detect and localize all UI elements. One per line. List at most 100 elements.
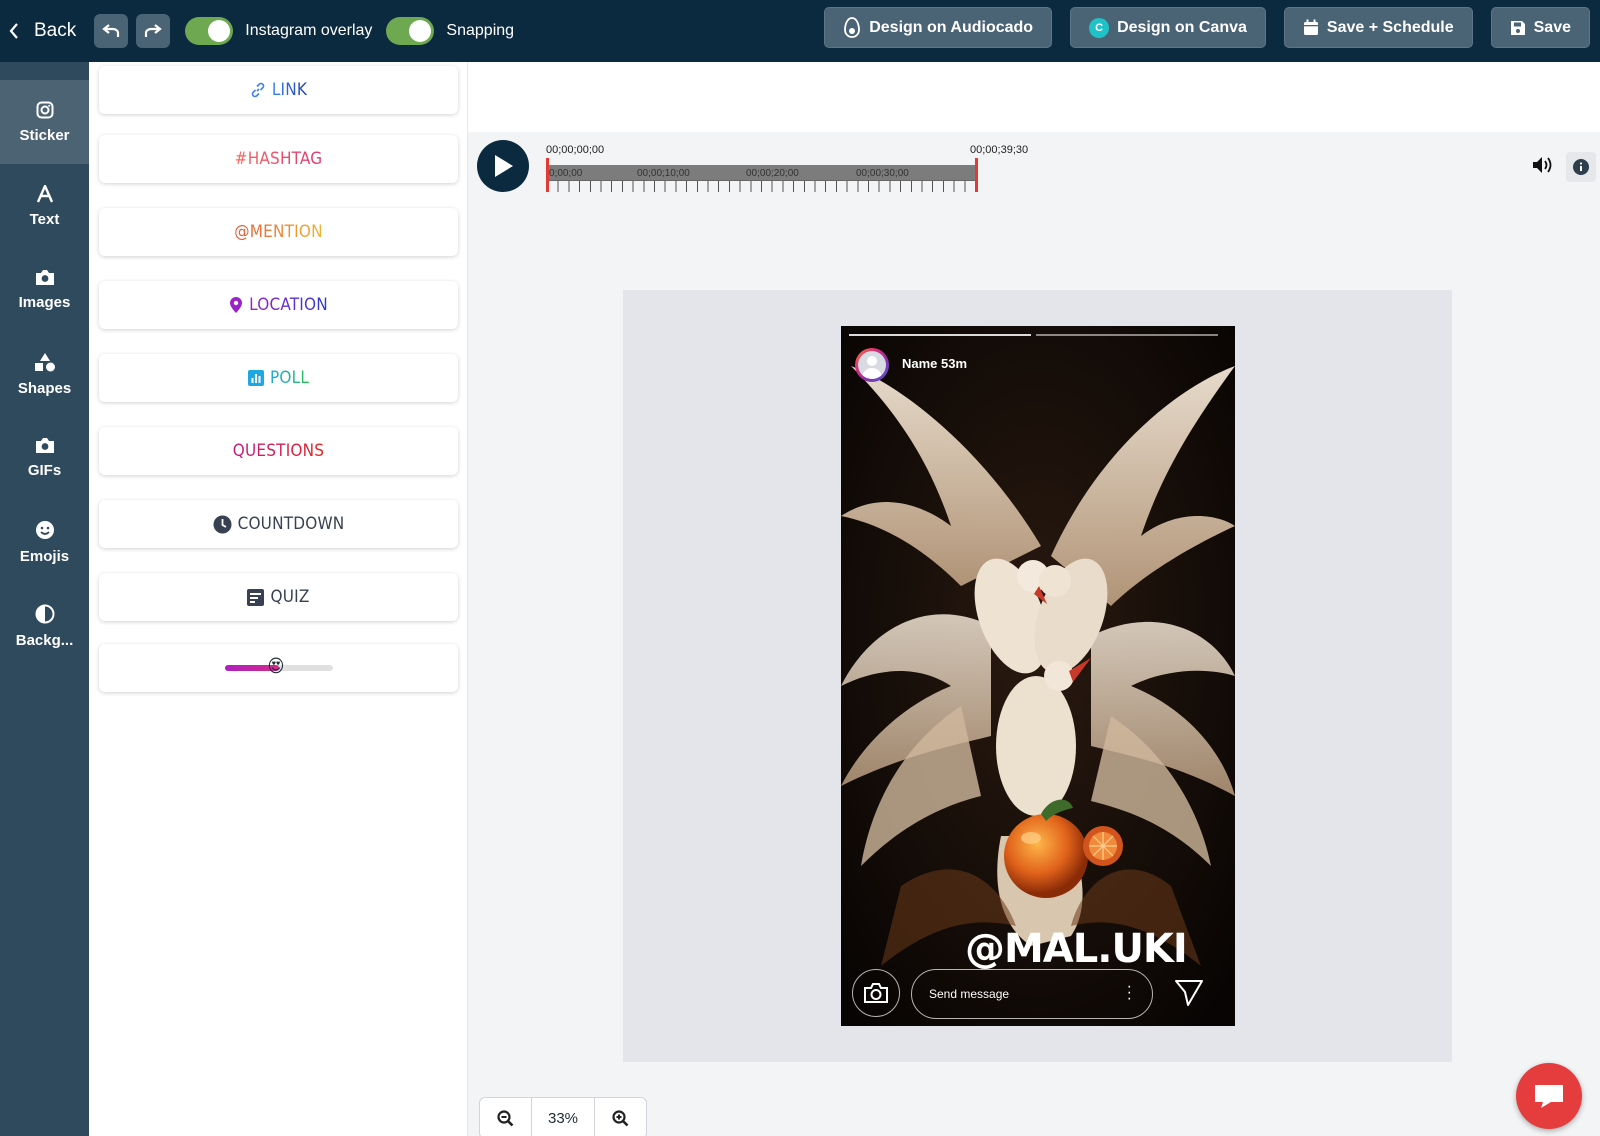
sticker-quiz-button[interactable]: QUIZ — [99, 573, 458, 621]
rail-item-gifs[interactable]: GIFs — [0, 416, 89, 500]
rail-label-background: Backg... — [15, 631, 74, 649]
sticker-poll-label: POLL — [269, 368, 310, 388]
sticker-mention-button[interactable]: @MENTION — [99, 208, 458, 256]
send-paper-plane-icon — [1175, 980, 1203, 1006]
redo-icon — [145, 24, 163, 37]
timeline-start-time: 00;00;00;00 — [546, 144, 605, 156]
chevron-left-icon — [9, 23, 18, 39]
story-progress-bar — [1036, 334, 1218, 336]
rail-item-images[interactable]: Images — [0, 248, 89, 332]
rail-item-emojis[interactable]: Emojis — [0, 500, 89, 584]
more-options-icon: · · · — [1126, 978, 1132, 1007]
sticker-hashtag-button[interactable]: #HASHTAG — [99, 135, 458, 183]
sticker-emoji-slider-button[interactable]: 😍 — [99, 644, 458, 692]
camera-icon — [864, 983, 888, 1003]
timeline-end-time: 00;00;39;30 — [970, 144, 1029, 156]
chat-bubble-icon — [1535, 1085, 1563, 1108]
story-camera-button — [852, 969, 900, 1017]
rail-label-shapes: Shapes — [17, 379, 72, 397]
rail-item-sticker[interactable]: Sticker — [0, 80, 89, 164]
sticker-hashtag-label: #HASHTAG — [234, 149, 323, 169]
rail-label-text: Text — [29, 210, 60, 228]
smile-icon — [35, 520, 54, 539]
story-artwork-image — [841, 326, 1235, 1026]
zoom-in-icon — [612, 1109, 629, 1126]
sticker-countdown-button[interactable]: COUNTDOWN — [99, 500, 458, 548]
design-on-canva-button[interactable]: C Design on Canva — [1070, 7, 1266, 48]
timeline-end-handle[interactable] — [975, 158, 978, 192]
sticker-questions-label: QUESTIONS — [232, 441, 325, 461]
sticker-panel: LINK #HASHTAG @MENTION LOCATION POLL QUE… — [89, 62, 468, 1136]
story-user-name: Name 53m — [902, 356, 968, 371]
rail-label-sticker: Sticker — [19, 126, 70, 144]
timeline-start-handle[interactable] — [546, 158, 549, 192]
poll-chart-icon — [247, 370, 264, 386]
shapes-icon — [34, 352, 55, 371]
rail-item-background[interactable]: Backg... — [0, 584, 89, 668]
story-message-field: Send message · · · — [911, 969, 1153, 1019]
play-button[interactable] — [477, 140, 529, 192]
timeline-mark: 00;00;20;00 — [746, 168, 799, 179]
rail-label-images: Images — [18, 294, 71, 311]
story-preview[interactable]: Name 53m @MAL.UKI Send message · · · — [841, 326, 1235, 1026]
sticker-location-label: LOCATION — [249, 295, 328, 315]
zoom-control: 33% — [479, 1097, 647, 1136]
snapping-toggle[interactable] — [386, 17, 435, 45]
canva-logo-icon: C — [1089, 17, 1110, 38]
sticker-link-label: LINK — [271, 80, 308, 100]
design-on-audiocado-label: Design on Audiocado — [869, 18, 1034, 36]
story-avatar — [855, 348, 889, 382]
avocado-icon — [844, 16, 861, 38]
contrast-icon — [35, 604, 54, 623]
story-progress-bar — [849, 334, 1031, 336]
instagram-overlay-toggle[interactable] — [185, 17, 234, 45]
sticker-link-button[interactable]: LINK — [99, 66, 458, 114]
save-schedule-button[interactable]: Save + Schedule — [1283, 7, 1473, 48]
zoom-in-button[interactable] — [595, 1098, 646, 1136]
emoji-slider-thumb: 😍 — [267, 656, 285, 677]
floppy-disk-icon — [1510, 20, 1525, 35]
info-icon — [1573, 159, 1589, 175]
volume-icon — [1533, 157, 1552, 173]
undo-button[interactable] — [94, 14, 129, 48]
zoom-out-icon — [497, 1109, 514, 1126]
sticker-mention-label: @MENTION — [234, 222, 323, 242]
timeline-mark: 00;00;30;00 — [856, 168, 909, 179]
sticker-location-button[interactable]: LOCATION — [99, 281, 458, 329]
redo-button[interactable] — [136, 14, 171, 48]
volume-button[interactable] — [1532, 156, 1554, 179]
link-icon — [251, 82, 265, 98]
sticker-countdown-label: COUNTDOWN — [237, 514, 345, 534]
undo-icon — [102, 24, 120, 37]
camera-icon — [35, 270, 54, 285]
play-icon — [495, 155, 513, 177]
camera-icon — [35, 438, 54, 453]
top-bar: Back Instagram overlay Snapping Design o… — [0, 0, 1600, 62]
instagram-icon — [36, 101, 53, 118]
quiz-form-icon — [247, 588, 265, 606]
rail-item-shapes[interactable]: Shapes — [0, 332, 89, 416]
design-on-audiocado-button[interactable]: Design on Audiocado — [824, 7, 1053, 48]
rail-label-emojis: Emojis — [19, 547, 70, 565]
back-label: Back — [34, 20, 77, 41]
text-a-icon — [36, 184, 53, 202]
save-schedule-label: Save + Schedule — [1326, 18, 1454, 36]
save-label: Save — [1533, 18, 1571, 36]
back-button[interactable]: Back — [8, 20, 76, 42]
timeline-mark: 0;00;00 — [549, 168, 583, 179]
rail-label-gifs: GIFs — [27, 462, 62, 479]
location-pin-icon — [230, 297, 243, 313]
sticker-poll-button[interactable]: POLL — [99, 354, 458, 402]
design-on-canva-label: Design on Canva — [1117, 18, 1247, 36]
zoom-level: 33% — [531, 1098, 595, 1136]
chat-support-button[interactable] — [1516, 1063, 1582, 1129]
instagram-overlay-label: Instagram overlay — [245, 22, 373, 39]
sticker-questions-button[interactable]: QUESTIONS — [99, 427, 458, 475]
zoom-out-button[interactable] — [480, 1098, 531, 1136]
sticker-quiz-label: QUIZ — [270, 587, 310, 607]
story-message-placeholder: Send message — [929, 987, 1010, 1001]
story-overlay-text[interactable]: @MAL.UKI — [965, 926, 1188, 972]
save-button[interactable]: Save — [1490, 7, 1590, 48]
info-button[interactable] — [1566, 152, 1596, 182]
rail-item-text[interactable]: Text — [0, 164, 89, 248]
